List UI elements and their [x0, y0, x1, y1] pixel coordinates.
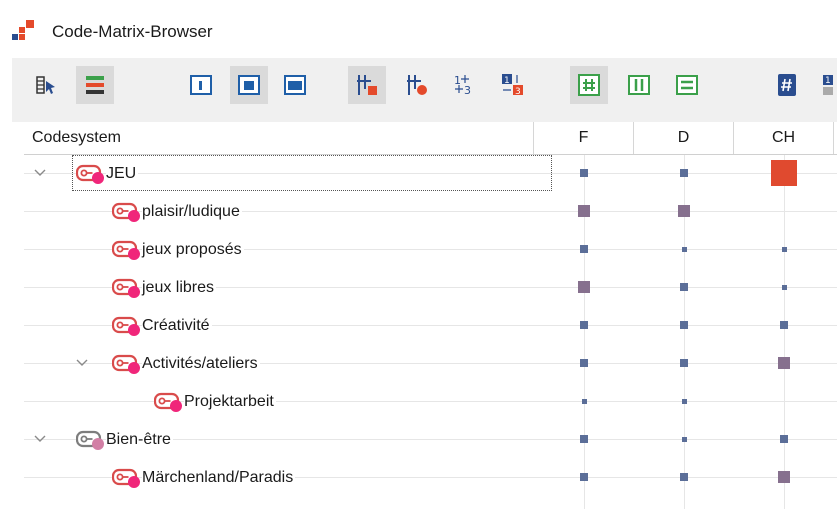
column-header-codesystem[interactable]: Codesystem	[24, 122, 534, 154]
row-guide-line	[24, 401, 837, 402]
code-icon	[111, 239, 142, 261]
select-codes-icon	[36, 76, 55, 94]
svg-text:3: 3	[515, 87, 521, 97]
table-row[interactable]: Créativité	[24, 307, 837, 345]
rows-button[interactable]	[668, 66, 706, 104]
svg-text:1: 1	[825, 76, 831, 86]
view-center-button[interactable]	[230, 66, 268, 104]
matrix-cell-symbol-d[interactable]	[681, 398, 687, 404]
matrix-cell-symbol-f[interactable]	[580, 435, 588, 443]
matrix-colored-numbers-icon: 13	[502, 74, 523, 97]
symbols-colored-numbers-button[interactable]: 13	[494, 66, 532, 104]
column-header-d[interactable]: D	[634, 122, 734, 154]
columns-icon	[628, 75, 650, 95]
table-row[interactable]: Projektarbeit	[24, 383, 837, 421]
svg-text:1: 1	[454, 74, 461, 87]
layout-wide-icon	[284, 75, 306, 95]
layout-single-icon	[190, 75, 212, 95]
code-icon	[111, 277, 142, 299]
matrix-squares-icon	[357, 75, 377, 95]
more-icon: 1	[823, 75, 833, 95]
title-bar: Code-Matrix-Browser	[0, 0, 837, 56]
table-row[interactable]: plaisir/ludique	[24, 193, 837, 231]
table-row[interactable]: Activités/ateliers	[24, 345, 837, 383]
chevron-down-icon[interactable]	[32, 165, 48, 181]
color-bars-icon	[86, 76, 104, 94]
matrix-header: Codesystem F D CH	[24, 122, 837, 155]
column-header-f[interactable]: F	[534, 122, 634, 154]
matrix-cell-symbol-ch[interactable]	[771, 160, 797, 186]
matrix-cell-symbol-f[interactable]	[578, 205, 590, 217]
rows-icon	[676, 75, 698, 95]
focus-outline	[72, 155, 552, 191]
matrix-cell-symbol-d[interactable]	[680, 321, 688, 329]
matrix-cell-symbol-ch[interactable]	[781, 284, 787, 290]
code-label: Bien-être	[106, 430, 173, 450]
symbols-circles-button[interactable]	[398, 66, 436, 104]
table-row[interactable]: jeux proposés	[24, 231, 837, 269]
chevron-down-icon[interactable]	[32, 431, 48, 447]
matrix-cell-symbol-ch[interactable]	[778, 471, 790, 483]
code-matrix: Codesystem F D CH JEU plaisir/ludique jeux…	[24, 122, 837, 509]
number-button[interactable]	[768, 66, 806, 104]
table-row[interactable]: Märchenland/Paradis	[24, 459, 837, 497]
more-button[interactable]: 1	[814, 66, 837, 104]
matrix-circles-icon	[407, 75, 427, 95]
code-label: Activités/ateliers	[142, 354, 260, 374]
hash-grid-icon	[578, 74, 600, 96]
svg-text:1: 1	[504, 76, 510, 86]
code-label: Märchenland/Paradis	[142, 468, 296, 488]
symbols-squares-button[interactable]	[348, 66, 386, 104]
matrix-cell-symbol-f[interactable]	[580, 359, 588, 367]
layout-center-icon	[238, 75, 260, 95]
matrix-cell-symbol-d[interactable]	[680, 359, 688, 367]
symbols-numbers-button[interactable]: 13	[446, 66, 484, 104]
code-label: plaisir/ludique	[142, 202, 242, 222]
matrix-cell-symbol-d[interactable]	[680, 283, 688, 291]
code-icon	[111, 353, 142, 375]
matrix-cell-symbol-f[interactable]	[580, 473, 588, 481]
matrix-cell-symbol-ch[interactable]	[781, 246, 787, 252]
code-icon	[153, 391, 184, 413]
chevron-down-icon[interactable]	[74, 355, 90, 371]
matrix-cell-symbol-d[interactable]	[680, 169, 688, 177]
matrix-cell-symbol-d[interactable]	[680, 473, 688, 481]
matrix-cell-symbol-f[interactable]	[580, 321, 588, 329]
matrix-cell-symbol-d[interactable]	[678, 205, 690, 217]
matrix-cell-symbol-d[interactable]	[681, 436, 687, 442]
columns-button[interactable]	[620, 66, 658, 104]
matrix-cell-symbol-f[interactable]	[580, 169, 588, 177]
matrix-cell-symbol-d[interactable]	[681, 246, 687, 252]
matrix-cell-symbol-f[interactable]	[578, 281, 590, 293]
column-header-ch[interactable]: CH	[734, 122, 834, 154]
matrix-numbers-icon: 13	[454, 74, 471, 97]
code-icon	[111, 467, 142, 489]
select-codes-button[interactable]	[28, 66, 66, 104]
svg-text:3: 3	[464, 84, 471, 97]
matrix-cell-symbol-ch[interactable]	[780, 321, 788, 329]
window-title: Code-Matrix-Browser	[52, 22, 213, 41]
toolbar: 13131	[12, 58, 837, 122]
code-icon	[111, 201, 142, 223]
table-row[interactable]: jeux libres	[24, 269, 837, 307]
code-icon	[111, 315, 142, 337]
view-wide-button[interactable]	[276, 66, 314, 104]
matrix-cell-symbol-f[interactable]	[581, 398, 587, 404]
code-label: jeux proposés	[142, 240, 244, 260]
code-icon	[75, 429, 106, 451]
matrix-cell-symbol-ch[interactable]	[778, 357, 790, 369]
view-single-button[interactable]	[182, 66, 220, 104]
table-row[interactable]: Bien-être	[24, 421, 837, 459]
count-hits-button[interactable]	[570, 66, 608, 104]
app-logo-icon	[12, 20, 36, 42]
code-label: Projektarbeit	[184, 392, 276, 412]
activate-colors-button[interactable]	[76, 66, 114, 104]
matrix-cell-symbol-ch[interactable]	[780, 435, 788, 443]
hash-icon	[778, 74, 796, 96]
code-label: Créativité	[142, 316, 212, 336]
table-row[interactable]: JEU	[24, 155, 837, 193]
matrix-cell-symbol-f[interactable]	[580, 245, 588, 253]
code-label: jeux libres	[142, 278, 217, 298]
